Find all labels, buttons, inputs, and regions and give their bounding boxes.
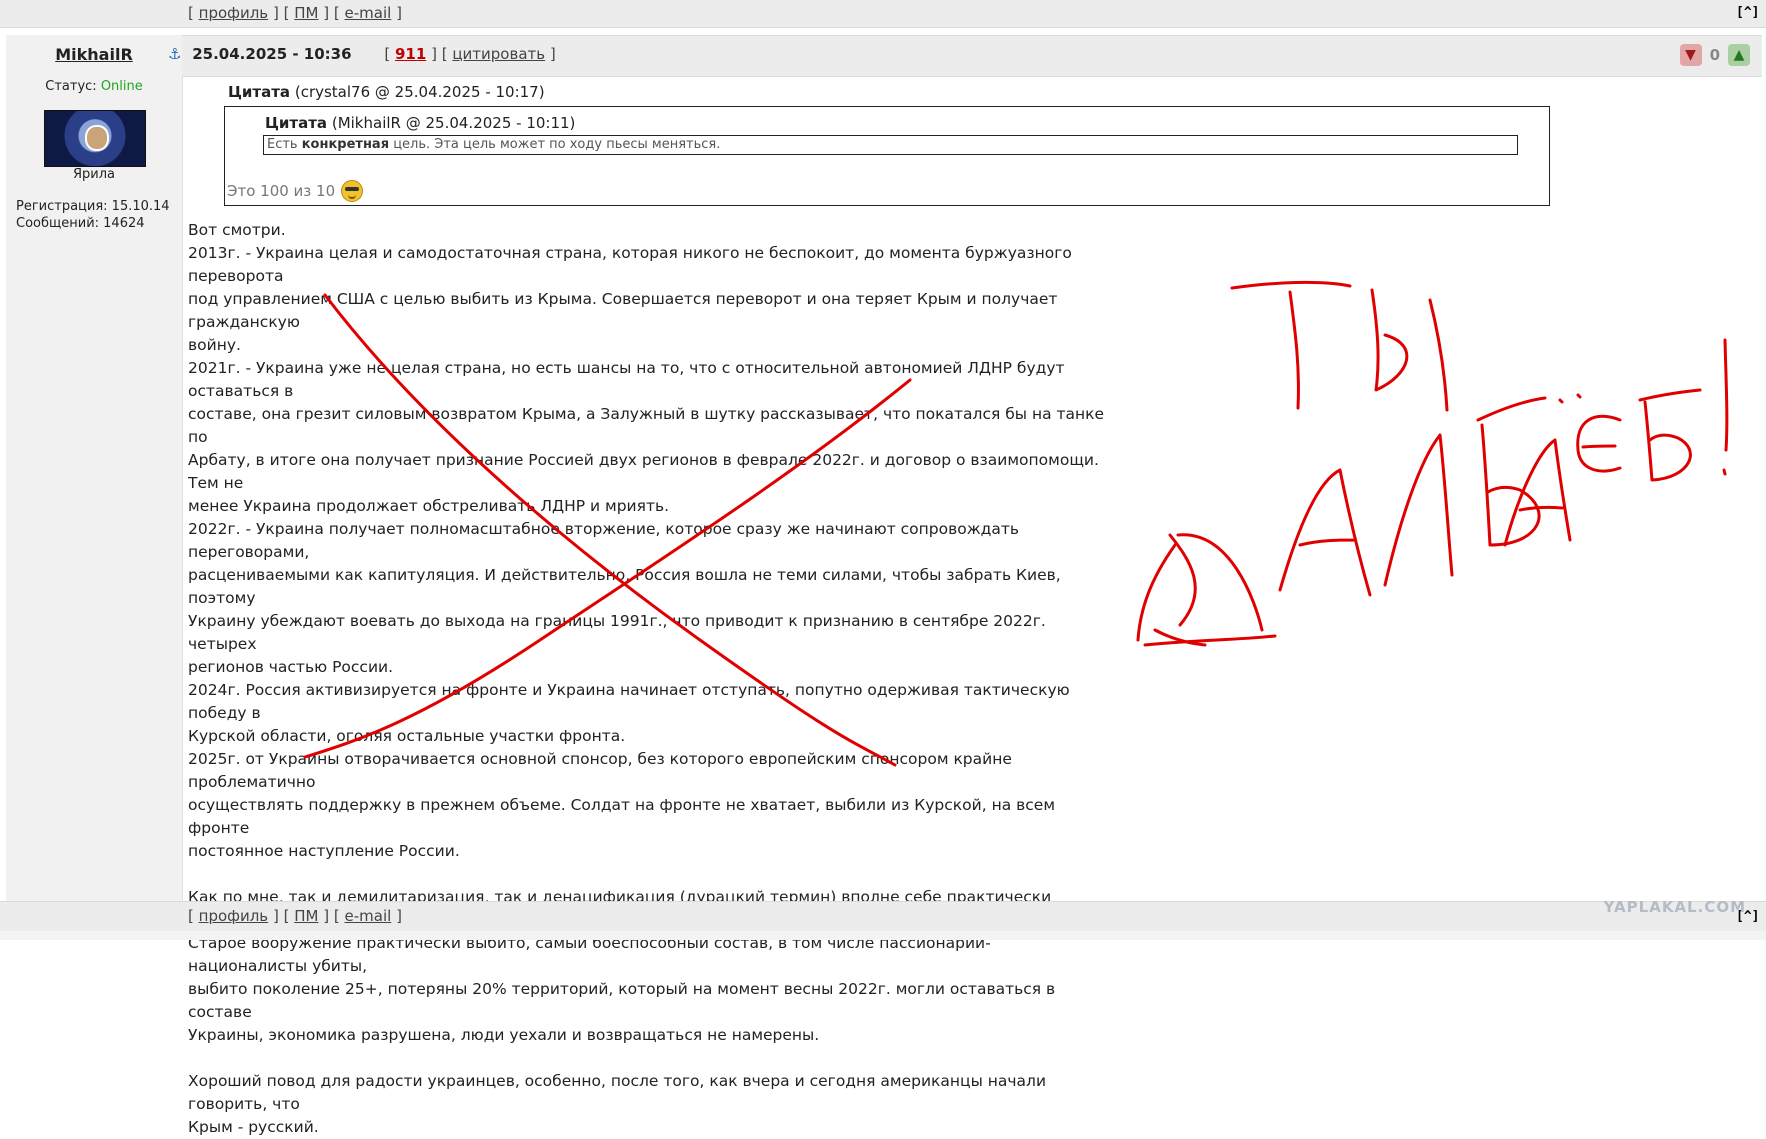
letter-a bbox=[1278, 468, 1372, 597]
post-line: войну. bbox=[188, 336, 241, 354]
post-line: составе, она грезит силовым возвратом Кр… bbox=[188, 405, 1105, 446]
post-line: расцениваемыми как капитуляция. И действ… bbox=[188, 566, 1061, 607]
username-link[interactable]: MikhailR bbox=[6, 45, 182, 64]
thumbs-up-icon[interactable]: ▲ bbox=[1728, 44, 1750, 66]
site-watermark: YAPLAKAL.COM bbox=[1603, 898, 1746, 916]
avatar-astronaut-cat-icon bbox=[85, 125, 109, 151]
quote-button[interactable]: цитировать bbox=[452, 45, 545, 63]
post-meta: ⚓ 25.04.2025 - 10:36 [ 911 ] [ цитироват… bbox=[168, 45, 556, 63]
post-line: регионов частью России. bbox=[188, 658, 394, 676]
user-title: Ярила bbox=[72, 167, 115, 182]
registration-date: Регистрация: 15.10.14 bbox=[16, 199, 170, 214]
avatar[interactable] bbox=[44, 110, 146, 167]
top-user-links: [ профиль ] [ ПМ ] [ e-mail ] bbox=[188, 4, 402, 22]
letter-yo bbox=[1558, 393, 1622, 473]
letter-d bbox=[1143, 533, 1277, 647]
post-line: 2021г. - Украина уже не целая страна, но… bbox=[188, 359, 1065, 400]
user-info-panel: MikhailR Статус: Online Ярила Регистраци… bbox=[6, 35, 183, 901]
pm-link-bottom[interactable]: ПМ bbox=[294, 907, 318, 925]
post-line: Хороший повод для радости украинцев, осо… bbox=[188, 1072, 1047, 1113]
bottom-user-links: [ профиль ] [ ПМ ] [ e-mail ] bbox=[188, 907, 402, 925]
post-line: 2025г. от Украины отворачивается основно… bbox=[188, 750, 1012, 791]
profile-link-bottom[interactable]: профиль bbox=[199, 907, 269, 925]
letter-a2 bbox=[1503, 438, 1572, 547]
post-line: менее Украина продолжает обстреливать ЛД… bbox=[188, 497, 670, 515]
email-link-bottom[interactable]: e-mail bbox=[345, 907, 392, 925]
bottom-nav-bar: [ профиль ] [ ПМ ] [ e-mail ] [^] bbox=[0, 901, 1766, 932]
user-status: Статус: Online bbox=[45, 79, 143, 94]
user-stats: Регистрация: 15.10.14 Сообщений: 14624 bbox=[16, 198, 170, 232]
post-line: выбито поколение 25+, потеряны 20% терри… bbox=[188, 980, 1056, 1021]
post-line: Украину убеждают воевать до выхода на гр… bbox=[188, 612, 1046, 653]
thumbs-down-icon[interactable]: ▼ bbox=[1679, 44, 1702, 66]
post-line: 2024г. Россия активизируется на фронте и… bbox=[188, 681, 1070, 722]
pm-link[interactable]: ПМ bbox=[294, 4, 318, 22]
post-line: осуществлять поддержку в прежнем объеме.… bbox=[188, 796, 1056, 837]
post-rating: ▼ 0 ▲ bbox=[1679, 43, 1750, 67]
post-line: постоянное наступление России. bbox=[188, 842, 460, 860]
post-header: ⚓ 25.04.2025 - 10:36 [ 911 ] [ цитироват… bbox=[168, 35, 1762, 77]
post-line: под управлением США с целью выбить из Кр… bbox=[188, 290, 1058, 331]
message-count: Сообщений: 14624 bbox=[16, 216, 145, 231]
email-link[interactable]: e-mail bbox=[345, 4, 392, 22]
quote-reply-text: Это 100 из 10 bbox=[227, 180, 364, 202]
inner-quote-header: Цитата (MikhailR @ 25.04.2025 - 10:11) bbox=[265, 114, 576, 132]
rating-value: 0 bbox=[1709, 46, 1720, 64]
anchor-icon[interactable]: ⚓ bbox=[168, 45, 181, 63]
letter-t bbox=[1230, 280, 1352, 410]
letter-b2 bbox=[1638, 388, 1702, 482]
outer-quote-box: Цитата (MikhailR @ 25.04.2025 - 10:11) Е… bbox=[224, 106, 1550, 206]
post-body: Вот смотри. 2013г. - Украина целая и само… bbox=[188, 219, 1108, 1139]
post-id-link[interactable]: 911 bbox=[395, 45, 426, 63]
cool-smiley-icon bbox=[341, 180, 364, 202]
status-online-badge: Online bbox=[100, 79, 143, 94]
bottom-strip bbox=[0, 931, 1766, 940]
pointer-stroke bbox=[1136, 543, 1207, 647]
post-line: Курской области, оголяя остальные участк… bbox=[188, 727, 626, 745]
inner-quote-box: Есть конкретная цель. Эта цель может по … bbox=[263, 135, 1518, 155]
letter-y bbox=[1370, 288, 1449, 412]
post-line: Крым - русский. bbox=[188, 1118, 319, 1136]
exclamation-mark bbox=[1722, 338, 1729, 476]
post-line: 2022г. - Украина получает полномасштабно… bbox=[188, 520, 1020, 561]
outer-quote-header: Цитата (crystal76 @ 25.04.2025 - 10:17) bbox=[228, 83, 545, 101]
post-line: Украины, экономика разрушена, люди уехал… bbox=[188, 1026, 820, 1044]
top-nav-bar: [ профиль ] [ ПМ ] [ e-mail ] [^] bbox=[0, 0, 1766, 28]
post-line: 2013г. - Украина целая и самодостаточная… bbox=[188, 244, 1072, 285]
profile-link[interactable]: профиль bbox=[199, 4, 269, 22]
post-line: Вот смотри. bbox=[188, 221, 286, 239]
letter-b bbox=[1476, 396, 1547, 547]
letter-l bbox=[1383, 433, 1454, 587]
post-datetime: 25.04.2025 - 10:36 bbox=[192, 45, 352, 63]
post-line: Арбату, в итоге она получает признание Р… bbox=[188, 451, 1099, 492]
scroll-up-button[interactable]: [^] bbox=[1736, 5, 1759, 21]
